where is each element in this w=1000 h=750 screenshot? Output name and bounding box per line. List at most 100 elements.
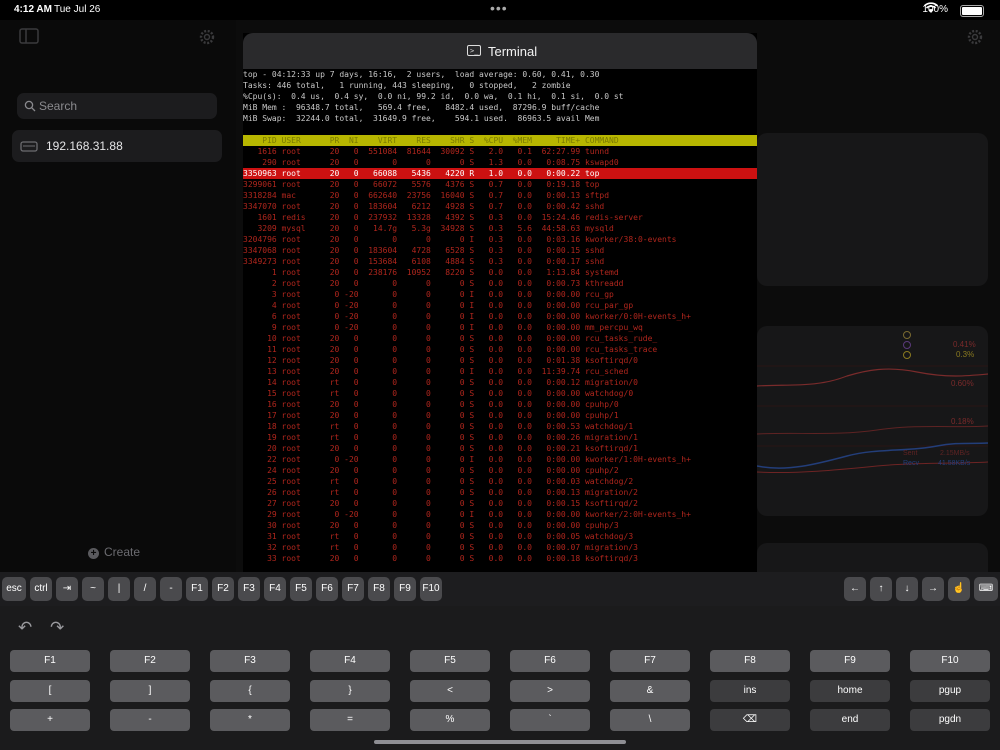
- f2-key[interactable]: F2: [212, 577, 234, 601]
- redo-icon[interactable]: ↷: [50, 618, 64, 638]
- process-row: 15 root rt 0 0 0 0 S 0.0 0.0 0:00.00 wat…: [243, 389, 634, 398]
- server-list-item[interactable]: 192.168.31.88: [12, 130, 222, 162]
- key-row2-6[interactable]: &: [610, 680, 690, 702]
- key-row1-1[interactable]: F2: [110, 650, 190, 672]
- process-row: 1601 redis 20 0 237932 13328 4392 S 0.3 …: [243, 213, 643, 222]
- f9-key[interactable]: F9: [394, 577, 416, 601]
- search-input[interactable]: Search: [17, 93, 217, 119]
- key-row3-6[interactable]: \: [610, 709, 690, 731]
- process-row: 11 root 20 0 0 0 0 S 0.0 0.0 0:00.00 rcu…: [243, 345, 658, 354]
- f4-key[interactable]: F4: [264, 577, 286, 601]
- key-row3-3[interactable]: =: [310, 709, 390, 731]
- key-row3-8[interactable]: end: [810, 709, 890, 731]
- key-row2-0[interactable]: [: [10, 680, 90, 702]
- process-row: 14 root rt 0 0 0 0 S 0.0 0.0 0:00.12 mig…: [243, 378, 638, 387]
- process-table-header: PID USER PR NI VIRT RES SHR S %CPU %MEM …: [243, 135, 757, 146]
- key-row2-4[interactable]: <: [410, 680, 490, 702]
- process-row: 10 root 20 0 0 0 0 S 0.0 0.0 0:00.00 rcu…: [243, 334, 658, 343]
- key-row2-1[interactable]: ]: [110, 680, 190, 702]
- f5-key[interactable]: F5: [290, 577, 312, 601]
- key-row2-8[interactable]: home: [810, 680, 890, 702]
- key-row3-7[interactable]: ⌫: [710, 709, 790, 731]
- terminal-key-bar: esc ctrl ⇥ ~ | / - F1 F2 F3 F4 F5 F6 F7 F8 F9 F10 ← ↑ ↓ → ☝ ⌨: [0, 572, 1000, 606]
- process-row: 33 root 20 0 0 0 0 S 0.0 0.0 0:00.18 kso…: [243, 554, 638, 563]
- stat-pct-3: 0.60%: [951, 379, 974, 388]
- process-row: 3347068 root 20 0 183604 4728 6528 S 0.3…: [243, 246, 605, 255]
- touch-gesture-icon[interactable]: ☝: [948, 577, 970, 601]
- slash-key[interactable]: /: [134, 577, 156, 601]
- top-summary-line: Tasks: 446 total, 1 running, 443 sleepin…: [243, 81, 571, 90]
- key-row1-6[interactable]: F7: [610, 650, 690, 672]
- terminal-window[interactable]: >_ Terminal top - 04:12:33 up 7 days, 16…: [243, 33, 757, 572]
- process-row: 3349273 root 20 0 153684 6108 4884 S 0.3…: [243, 257, 605, 266]
- terminal-titlebar: >_ Terminal: [243, 33, 757, 69]
- process-row: 3204796 root 20 0 0 0 0 I 0.3 0.0 0:03.1…: [243, 235, 677, 244]
- key-row1-4[interactable]: F5: [410, 650, 490, 672]
- key-row2-9[interactable]: pgup: [910, 680, 990, 702]
- key-row1-5[interactable]: F6: [510, 650, 590, 672]
- create-button[interactable]: + Create: [88, 545, 140, 559]
- top-summary-line: MiB Mem : 96348.7 total, 569.4 free, 848…: [243, 103, 600, 112]
- key-row2-5[interactable]: >: [510, 680, 590, 702]
- key-row3-5[interactable]: `: [510, 709, 590, 731]
- keyboard-icon[interactable]: ⌨: [974, 577, 998, 601]
- recv-label: Recv: [903, 460, 919, 467]
- stat-pct-4: 0.18%: [951, 417, 974, 426]
- process-row: 3347070 root 20 0 183604 6212 4928 S 0.7…: [243, 202, 605, 211]
- tilde-key[interactable]: ~: [82, 577, 104, 601]
- top-summary-line: top - 04:12:33 up 7 days, 16:16, 2 users…: [243, 70, 600, 79]
- status-bar: 4:12 AM Tue Jul 26 ••• 100%: [0, 0, 1000, 20]
- settings-gear-icon[interactable]: [198, 28, 216, 46]
- f10-key[interactable]: F10: [420, 577, 442, 601]
- tab-key[interactable]: ⇥: [56, 577, 78, 601]
- key-row2-2[interactable]: {: [210, 680, 290, 702]
- key-row3-9[interactable]: pgdn: [910, 709, 990, 731]
- key-row3-0[interactable]: +: [10, 709, 90, 731]
- dash-key[interactable]: -: [160, 577, 182, 601]
- detail-settings-gear-icon[interactable]: [966, 28, 984, 46]
- stat-pct-2: 0.3%: [956, 350, 975, 359]
- sent-label: Sent: [903, 450, 918, 457]
- process-row: 3 root 0 -20 0 0 0 I 0.0 0.0 0:00.00 rcu…: [243, 290, 614, 299]
- f3-key[interactable]: F3: [238, 577, 260, 601]
- key-row3-2[interactable]: *: [210, 709, 290, 731]
- sidebar-toggle-icon[interactable]: [19, 28, 39, 44]
- f8-key[interactable]: F8: [368, 577, 390, 601]
- key-row1-9[interactable]: F10: [910, 650, 990, 672]
- key-row3-4[interactable]: %: [410, 709, 490, 731]
- key-row1-8[interactable]: F9: [810, 650, 890, 672]
- top-summary-line: MiB Swap: 32244.0 total, 31649.9 free, 5…: [243, 114, 600, 123]
- process-row: 30 root 20 0 0 0 0 S 0.0 0.0 0:00.00 cpu…: [243, 521, 619, 530]
- date: Tue Jul 26: [54, 4, 101, 15]
- pipe-key[interactable]: |: [108, 577, 130, 601]
- multitasking-dots-icon[interactable]: •••: [490, 0, 508, 16]
- ctrl-key[interactable]: ctrl: [30, 577, 52, 601]
- key-row3-1[interactable]: -: [110, 709, 190, 731]
- f1-key[interactable]: F1: [186, 577, 208, 601]
- process-row: 17 root 20 0 0 0 0 S 0.0 0.0 0:00.00 cpu…: [243, 411, 619, 420]
- arrow-down-key[interactable]: ↓: [896, 577, 918, 601]
- undo-icon[interactable]: ↶: [18, 618, 32, 638]
- key-row1-3[interactable]: F4: [310, 650, 390, 672]
- key-row1-7[interactable]: F8: [710, 650, 790, 672]
- key-row1-2[interactable]: F3: [210, 650, 290, 672]
- process-row: 3318284 mac 20 0 662640 23756 16040 S 0.…: [243, 191, 610, 200]
- arrow-right-key[interactable]: →: [922, 577, 944, 601]
- process-row: 2 root 20 0 0 0 0 S 0.0 0.0 0:00.73 kthr…: [243, 279, 624, 288]
- esc-key[interactable]: esc: [2, 577, 26, 601]
- key-row2-7[interactable]: ins: [710, 680, 790, 702]
- stats-card: 0.41% 0.3% 0.60% 0.18% Sent 2.15MB/s Rec…: [757, 326, 988, 516]
- f6-key[interactable]: F6: [316, 577, 338, 601]
- process-row: 20 root 20 0 0 0 0 S 0.0 0.0 0:00.21 kso…: [243, 444, 638, 453]
- recv-value: 41.58KB/s: [938, 460, 971, 467]
- terminal-output[interactable]: top - 04:12:33 up 7 days, 16:16, 2 users…: [243, 69, 757, 572]
- f7-key[interactable]: F7: [342, 577, 364, 601]
- key-row2-3[interactable]: }: [310, 680, 390, 702]
- clock: 4:12 AM: [14, 4, 52, 15]
- arrow-up-key[interactable]: ↑: [870, 577, 892, 601]
- process-row: 32 root rt 0 0 0 0 S 0.0 0.0 0:00.07 mig…: [243, 543, 638, 552]
- arrow-left-key[interactable]: ←: [844, 577, 866, 601]
- key-row1-0[interactable]: F1: [10, 650, 90, 672]
- process-row: 19 root rt 0 0 0 0 S 0.0 0.0 0:00.26 mig…: [243, 433, 638, 442]
- process-row: 290 root 20 0 0 0 0 S 1.3 0.0 0:08.75 ks…: [243, 158, 619, 167]
